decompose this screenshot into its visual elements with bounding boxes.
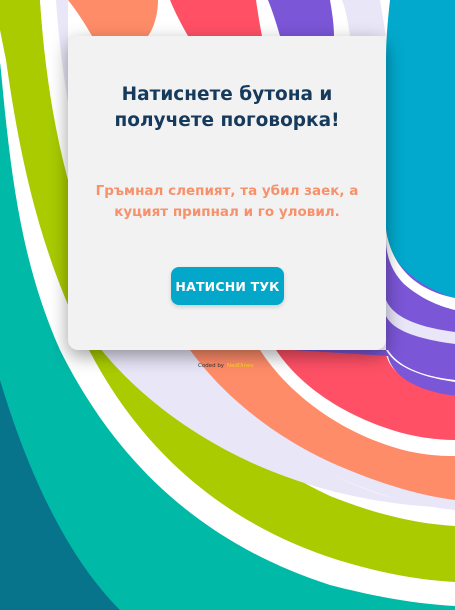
author-link[interactable]: NedDinev (227, 363, 254, 369)
credit-label: Coded by (198, 363, 225, 369)
proverb-card: Натиснете бутона и получете поговорка! Г… (68, 36, 386, 350)
proverb-text: Гръмнал слепият, та убил заек, а куцият … (95, 183, 359, 220)
wave-top-purple (268, 0, 334, 36)
wave-right-cyan (386, 0, 455, 302)
card-title: Натиснете бутона и получете поговорка! (114, 84, 340, 131)
wave-top-coral (170, 0, 262, 36)
wave-top-salmon (68, 0, 158, 36)
credit-line: Coded by NedDinev (198, 363, 254, 370)
wave-top-lavender (342, 0, 386, 36)
get-proverb-button[interactable]: НАТИСНИ ТУК (171, 267, 284, 305)
